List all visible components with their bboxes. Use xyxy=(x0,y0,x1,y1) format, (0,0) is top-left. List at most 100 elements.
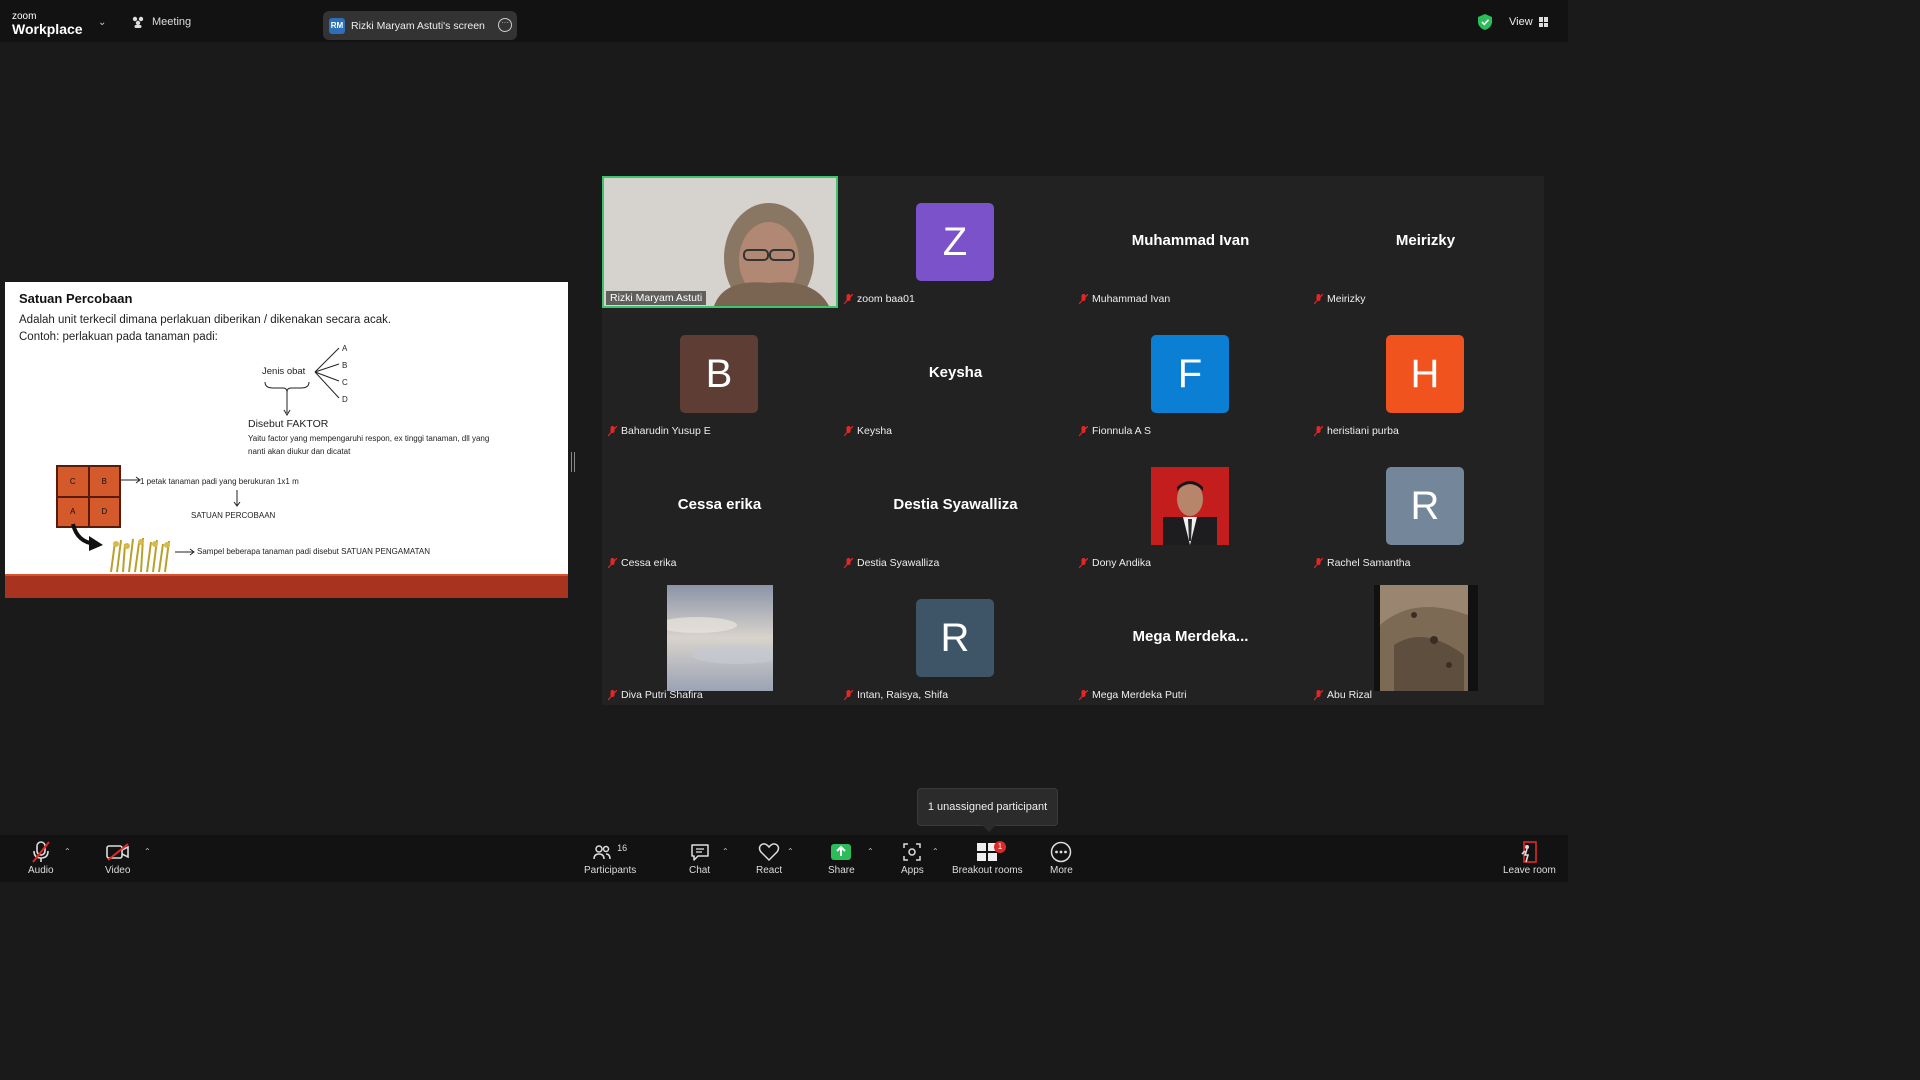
participants-button[interactable]: 16 Participants xyxy=(584,839,636,876)
top-bar: zoom Workplace ⌄ Meeting RM Rizki Maryam… xyxy=(0,0,1568,42)
mic-off-icon xyxy=(844,557,853,568)
meeting-label: Meeting xyxy=(152,16,192,28)
apps-button[interactable]: Apps xyxy=(901,839,924,876)
react-options-caret[interactable]: ⌃ xyxy=(787,847,794,856)
react-button[interactable]: React xyxy=(756,839,782,876)
option-d: D xyxy=(342,395,348,404)
participant-name: Muhammad Ivan xyxy=(1092,293,1171,305)
participant-tile[interactable]: Z zoom baa01 xyxy=(838,176,1073,308)
share-screen-icon xyxy=(830,839,852,865)
slide-definition: Adalah unit terkecil dimana perlakuan di… xyxy=(19,314,392,326)
chevron-down-icon[interactable]: ⌄ xyxy=(98,17,106,28)
participants-icon xyxy=(593,845,611,860)
participant-tile[interactable]: Diva Putri Shafira xyxy=(602,572,837,704)
participant-display-name: Keysha xyxy=(928,364,983,381)
participant-name: Dony Andika xyxy=(1092,557,1151,569)
participant-tile[interactable]: Keysha Keysha xyxy=(838,308,1073,440)
screen-share-pill[interactable]: RM Rizki Maryam Astuti's screen ··· xyxy=(323,11,517,40)
participant-tile[interactable]: H heristiani purba xyxy=(1308,308,1543,440)
mic-off-icon xyxy=(1079,689,1088,700)
video-tile-active-speaker[interactable]: Rizki Maryam Astuti xyxy=(602,176,838,313)
breakout-notification-badge: 1 xyxy=(994,841,1006,853)
brace-arrow xyxy=(264,381,310,416)
view-label: View xyxy=(1509,16,1533,28)
more-options-icon[interactable]: ··· xyxy=(498,18,512,32)
apps-options-caret[interactable]: ⌃ xyxy=(932,847,939,856)
unassigned-tooltip: 1 unassigned participant xyxy=(917,788,1058,832)
mic-off-icon xyxy=(1079,425,1088,436)
mic-muted-icon xyxy=(31,839,51,865)
slide-example: Contoh: perlakuan pada tanaman padi: xyxy=(19,331,218,343)
audio-button[interactable]: Audio xyxy=(28,839,54,876)
faktor-desc-1: Yaitu factor yang mempengaruhi respon, e… xyxy=(248,434,490,443)
participants-icon-row: 16 xyxy=(593,839,627,865)
participant-tile[interactable]: Abu Rizal xyxy=(1308,572,1543,704)
participant-name-row: zoom baa01 xyxy=(844,293,915,305)
chat-options-caret[interactable]: ⌃ xyxy=(722,847,729,856)
faktor-desc-2: nanti akan diukur dan dicatat xyxy=(248,447,351,456)
avatar: B xyxy=(680,335,758,413)
branch-arrows xyxy=(314,347,340,399)
share-options-caret[interactable]: ⌃ xyxy=(867,847,874,856)
sampel-label: Sampel beberapa tanaman padi disebut SAT… xyxy=(197,547,430,556)
audio-options-caret[interactable]: ⌃ xyxy=(64,847,71,856)
avatar: Z xyxy=(916,203,994,281)
participant-tile[interactable]: Dony Andika xyxy=(1073,440,1308,572)
breakout-rooms-label: Breakout rooms xyxy=(952,865,1023,876)
sharer-avatar: RM xyxy=(329,17,345,34)
participant-tile[interactable]: Mega Merdeka... Mega Merdeka Putri xyxy=(1073,572,1308,704)
participant-display-name: Muhammad Ivan xyxy=(1131,232,1250,249)
participant-tile[interactable]: F Fionnula A S xyxy=(1073,308,1308,440)
split-resize-handle[interactable] xyxy=(571,452,575,472)
participant-tile[interactable]: Muhammad Ivan Muhammad Ivan xyxy=(1073,176,1308,308)
participant-name-row: Dony Andika xyxy=(1079,557,1151,569)
participant-name: Abu Rizal xyxy=(1327,689,1372,701)
plot-cell: C xyxy=(57,466,89,497)
participant-tile[interactable]: B Baharudin Yusup E xyxy=(602,308,837,440)
sampel-arrow xyxy=(175,548,195,556)
option-b: B xyxy=(342,361,348,370)
camera-off-icon xyxy=(105,839,130,865)
security-shield-icon[interactable] xyxy=(1478,14,1492,30)
leave-room-button[interactable]: Leave room xyxy=(1503,839,1556,876)
participant-tile[interactable]: Cessa erika Cessa erika xyxy=(602,440,837,572)
mic-off-icon xyxy=(1314,425,1323,436)
participant-name: Rizki Maryam Astuti xyxy=(606,291,707,305)
mic-off-icon xyxy=(1079,293,1088,304)
more-label: More xyxy=(1050,865,1073,876)
participant-tile[interactable]: R Rachel Samantha xyxy=(1308,440,1543,572)
participant-name: Keysha xyxy=(857,425,893,437)
chat-button[interactable]: Chat xyxy=(689,839,710,876)
participant-name-row: Diva Putri Shafira xyxy=(608,689,703,701)
chat-label: Chat xyxy=(689,865,711,876)
profile-photo xyxy=(1151,467,1229,545)
participant-name: Rachel Samantha xyxy=(1327,557,1411,569)
participant-name: Intan, Raisya, Shifa xyxy=(857,689,949,701)
down-arrow xyxy=(233,490,241,507)
participant-name-row: Meirizky xyxy=(1314,293,1366,305)
view-button[interactable]: View xyxy=(1509,16,1548,28)
participants-count: 16 xyxy=(617,843,628,853)
mic-off-icon xyxy=(608,557,617,568)
participant-name-row: Rachel Samantha xyxy=(1314,557,1410,569)
share-button[interactable]: Share xyxy=(828,839,855,876)
video-options-caret[interactable]: ⌃ xyxy=(144,847,151,856)
meeting-info-button[interactable]: Meeting xyxy=(131,16,191,28)
more-button[interactable]: More xyxy=(1050,839,1073,876)
mic-off-icon xyxy=(844,293,853,304)
participant-name-row: Baharudin Yusup E xyxy=(608,425,711,437)
plot-cell: B xyxy=(88,466,120,497)
audio-label: Audio xyxy=(28,865,54,876)
zoom-logo: zoom Workplace xyxy=(12,12,83,37)
petak-label: 1 petak tanaman padi yang berukuran 1x1 … xyxy=(140,477,299,486)
participant-video xyxy=(604,178,836,313)
participants-label: Participants xyxy=(584,865,637,876)
video-button[interactable]: Video xyxy=(105,839,130,876)
mic-off-icon xyxy=(844,689,853,700)
participant-tile[interactable]: Destia Syawalliza Destia Syawalliza xyxy=(838,440,1073,572)
breakout-rooms-button[interactable]: Breakout rooms xyxy=(952,839,1023,876)
rock-photo xyxy=(1374,585,1478,691)
participant-name-row: Destia Syawalliza xyxy=(844,557,939,569)
participant-tile[interactable]: R Intan, Raisya, Shifa xyxy=(838,572,1073,704)
participant-tile[interactable]: Meirizky Meirizky xyxy=(1308,176,1543,308)
